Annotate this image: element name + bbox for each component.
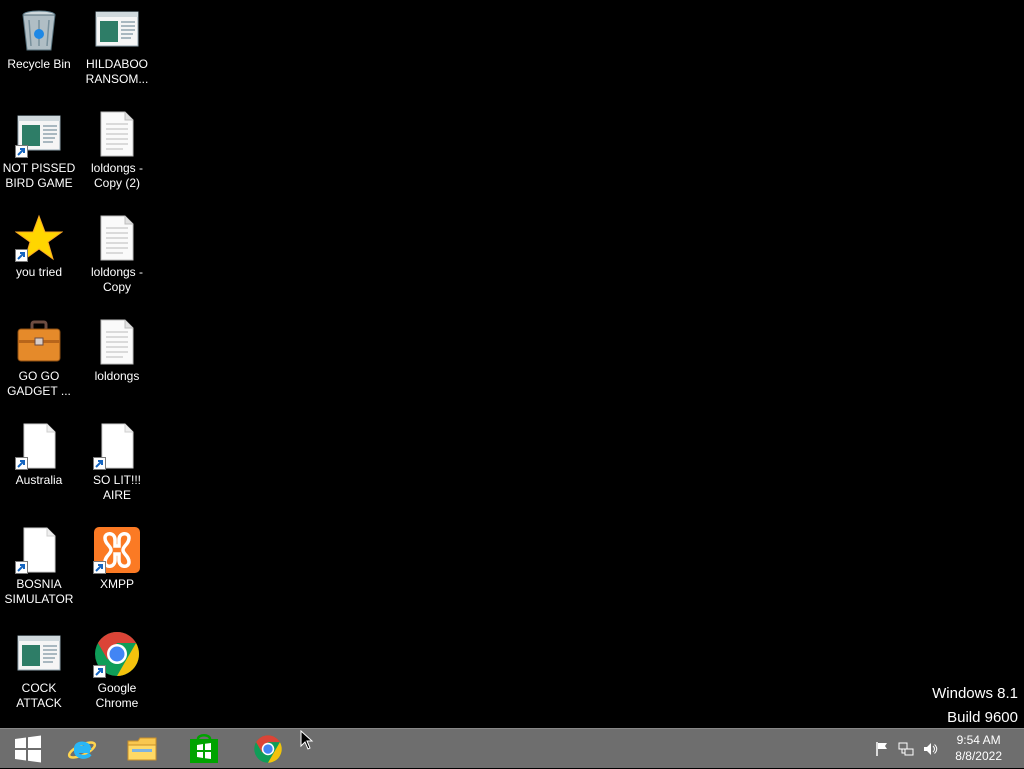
windows-version-watermark: Windows 8.1 Build 9600 xyxy=(932,682,1018,730)
taskbar-clock[interactable]: 9:54 AM 8/8/2022 xyxy=(955,732,1002,764)
chrome-icon xyxy=(254,735,282,763)
action-center-flag-icon[interactable] xyxy=(874,741,890,757)
desktop-icon-loldongs-copy[interactable]: loldongs - Copy xyxy=(78,208,156,308)
desktop-icon-loldongs-copy-2[interactable]: loldongs - Copy (2) xyxy=(78,104,156,204)
desktop[interactable]: Recycle Bin NOT PISSED BIRD GAME you tri… xyxy=(0,0,1024,728)
taskbar-windows-store[interactable] xyxy=(176,729,232,769)
chrome-icon xyxy=(93,630,141,678)
desktop-icon-so-lit-aire[interactable]: SO LIT!!! AIRE xyxy=(78,416,156,516)
mouse-pointer-icon xyxy=(300,729,314,755)
desktop-icon-recycle-bin[interactable]: Recycle Bin xyxy=(0,0,78,100)
desktop-icon-label: Recycle Bin xyxy=(7,57,71,71)
recycle-bin-icon xyxy=(15,6,63,54)
desktop-icon-hildaboo-ransom[interactable]: HILDABOO RANSOM... xyxy=(78,0,156,100)
windows-start-icon xyxy=(15,735,41,763)
windows-store-icon xyxy=(190,734,218,763)
desktop-icon-label: NOT PISSED BIRD GAME xyxy=(2,161,76,190)
shortcut-arrow-icon xyxy=(93,665,106,678)
internet-explorer-icon xyxy=(67,741,97,759)
desktop-icon-label: loldongs - Copy (2) xyxy=(90,161,144,190)
volume-icon[interactable] xyxy=(922,741,938,757)
desktop-icon-label: Australia xyxy=(15,473,63,487)
text-document-icon xyxy=(93,214,141,262)
desktop-icon-google-chrome[interactable]: Google Chrome xyxy=(78,624,156,724)
text-document-icon xyxy=(93,318,141,366)
network-icon[interactable] xyxy=(898,741,914,757)
taskbar: 9:54 AM 8/8/2022 xyxy=(0,728,1024,768)
taskbar-file-explorer[interactable] xyxy=(114,729,170,769)
desktop-icon-cock-attack[interactable]: COCK ATTACK xyxy=(0,624,78,724)
desktop-icon-label: GO GO GADGET ... xyxy=(7,369,71,398)
star-icon xyxy=(14,214,64,262)
application-window-icon xyxy=(15,110,63,158)
shortcut-arrow-icon xyxy=(93,457,106,470)
shortcut-arrow-icon xyxy=(15,457,28,470)
desktop-icon-label: loldongs xyxy=(94,369,140,383)
desktop-icon-bosnia-simulator[interactable]: BOSNIA SIMULATOR xyxy=(0,520,78,620)
shortcut-arrow-icon xyxy=(93,561,106,574)
watermark-build: Build 9600 xyxy=(947,709,1018,726)
desktop-icon-label: XMPP xyxy=(99,577,134,591)
desktop-icon-label: you tried xyxy=(15,265,63,279)
application-window-icon xyxy=(15,630,63,678)
shortcut-arrow-icon xyxy=(15,249,28,262)
desktop-icon-label: COCK ATTACK xyxy=(16,681,62,710)
desktop-icon-label: Google Chrome xyxy=(95,681,139,710)
blank-file-icon xyxy=(93,422,141,470)
desktop-icon-you-tried[interactable]: you tried xyxy=(0,208,78,308)
shortcut-arrow-icon xyxy=(15,145,28,158)
desktop-icon-label: SO LIT!!! AIRE xyxy=(92,473,141,502)
desktop-icon-loldongs[interactable]: loldongs xyxy=(78,312,156,412)
text-document-icon xyxy=(93,110,141,158)
start-button[interactable] xyxy=(0,729,56,769)
blank-file-icon xyxy=(15,526,63,574)
clock-date: 8/8/2022 xyxy=(955,749,1002,763)
blank-file-icon xyxy=(15,422,63,470)
briefcase-icon xyxy=(15,318,63,366)
application-window-icon xyxy=(93,6,141,54)
desktop-icon-go-go-gadget[interactable]: GO GO GADGET ... xyxy=(0,312,78,412)
file-explorer-icon xyxy=(127,737,157,761)
desktop-icon-australia[interactable]: Australia xyxy=(0,416,78,516)
xampp-icon xyxy=(93,526,141,574)
shortcut-arrow-icon xyxy=(15,561,28,574)
desktop-icon-label: loldongs - Copy xyxy=(90,265,144,294)
taskbar-google-chrome[interactable] xyxy=(240,729,296,769)
taskbar-internet-explorer[interactable] xyxy=(54,729,110,769)
desktop-icon-label: HILDABOO RANSOM... xyxy=(85,57,149,86)
clock-time: 9:54 AM xyxy=(956,733,1001,747)
watermark-os-name: Windows 8.1 xyxy=(932,685,1018,702)
desktop-icon-xmpp[interactable]: XMPP xyxy=(78,520,156,620)
desktop-icon-label: BOSNIA SIMULATOR xyxy=(4,577,74,606)
desktop-icon-not-pissed-bird-game[interactable]: NOT PISSED BIRD GAME xyxy=(0,104,78,204)
